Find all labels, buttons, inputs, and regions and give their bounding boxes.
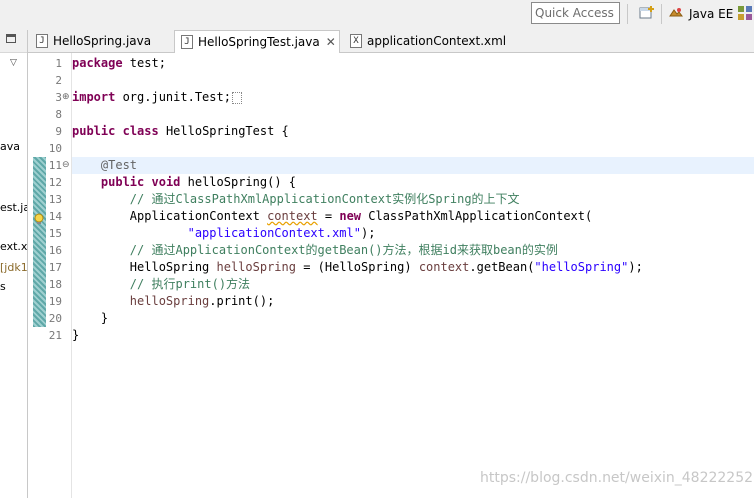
tab-hellospring-java[interactable]: J HelloSpring.java	[30, 30, 170, 52]
open-perspective-icon[interactable]	[639, 5, 655, 21]
line-number: 8	[55, 108, 62, 121]
code-line: ApplicationContext context = new ClassPa…	[129, 209, 593, 223]
code-line: public class HelloSpringTest {	[72, 124, 289, 138]
perspective-icon[interactable]	[737, 5, 753, 21]
code-line: helloSpring.print();	[129, 294, 275, 308]
package-explorer-panel: ▽ ava est.ja ext.xr [jdk1 s	[0, 30, 28, 498]
line-number: 15	[48, 227, 62, 240]
code-line: }	[100, 311, 109, 325]
line-number: 3	[55, 91, 62, 104]
tree-item[interactable]: ava	[0, 140, 20, 153]
tab-label: HelloSpringTest.java	[198, 35, 320, 49]
code-line: "applicationContext.xml");	[187, 226, 376, 240]
java-file-icon: J	[181, 35, 193, 49]
perspective-java-ee[interactable]: Java EE	[668, 5, 733, 23]
main-toolbar: Quick Access Java EE	[0, 0, 754, 31]
java-file-icon: J	[36, 34, 48, 48]
tree-item[interactable]: s	[0, 280, 6, 293]
warning-lightbulb-icon[interactable]	[33, 210, 45, 224]
panel-header	[0, 30, 27, 53]
line-number: 9	[55, 125, 62, 138]
view-menu-chevron-icon[interactable]: ▽	[10, 58, 17, 68]
line-number: 2	[55, 74, 62, 87]
folded-imports-box[interactable]	[231, 91, 242, 104]
line-number: 16	[48, 244, 62, 257]
line-number: 18	[48, 278, 62, 291]
line-number: 17	[48, 261, 62, 274]
line-number: 10	[48, 142, 62, 155]
collapse-fold-icon[interactable]: ⊖	[62, 157, 70, 174]
watermark: https://blog.csdn.net/weixin_48222252	[480, 470, 754, 486]
tab-label: HelloSpring.java	[53, 34, 152, 48]
perspective-label: Java EE	[689, 7, 734, 21]
quick-access-input[interactable]: Quick Access	[531, 2, 620, 24]
code-line: // 通过ApplicationContext的getBean()方法，根据id…	[129, 243, 558, 257]
tab-label: applicationContext.xml	[367, 34, 507, 48]
code-line: }	[72, 328, 80, 342]
toolbar-separator	[661, 4, 662, 24]
line-number: 20	[48, 312, 62, 325]
tree-item[interactable]: [jdk1	[0, 261, 27, 274]
line-number: 21	[48, 329, 62, 342]
code-line: // 通过ClassPathXmlApplicationContext实例化Sp…	[129, 192, 520, 206]
line-number: 13	[48, 193, 62, 206]
code-editor[interactable]: package test; import org.junit.Test; pub…	[72, 53, 754, 498]
java-ee-icon	[668, 6, 684, 22]
line-number: 12	[48, 176, 62, 189]
code-line: public void helloSpring() {	[100, 175, 296, 189]
code-line: package test;	[72, 56, 166, 70]
line-number: 19	[48, 295, 62, 308]
current-code-line: @Test	[72, 157, 754, 174]
tab-hellospringtest-java[interactable]: J HelloSpringTest.java ✕	[174, 30, 340, 53]
maximize-icon[interactable]	[6, 34, 16, 43]
code-line: HelloSpring helloSpring = (HelloSpring) …	[129, 260, 643, 274]
code-line: import org.junit.Test;	[72, 89, 754, 106]
tree-item[interactable]: est.ja	[0, 201, 27, 214]
line-number: 1	[55, 57, 62, 70]
toolbar-separator	[627, 4, 628, 24]
tree-item[interactable]: ext.xr	[0, 240, 27, 253]
expand-fold-icon[interactable]: ⊕	[62, 89, 70, 106]
xml-file-icon: X	[350, 34, 362, 48]
code-line: // 执行print()方法	[129, 277, 251, 291]
tab-applicationcontext-xml[interactable]: X applicationContext.xml	[344, 30, 524, 52]
line-number: 11	[48, 159, 62, 172]
editor-tab-bar: J HelloSpring.java J HelloSpringTest.jav…	[28, 30, 754, 53]
close-tab-icon[interactable]: ✕	[326, 35, 336, 49]
